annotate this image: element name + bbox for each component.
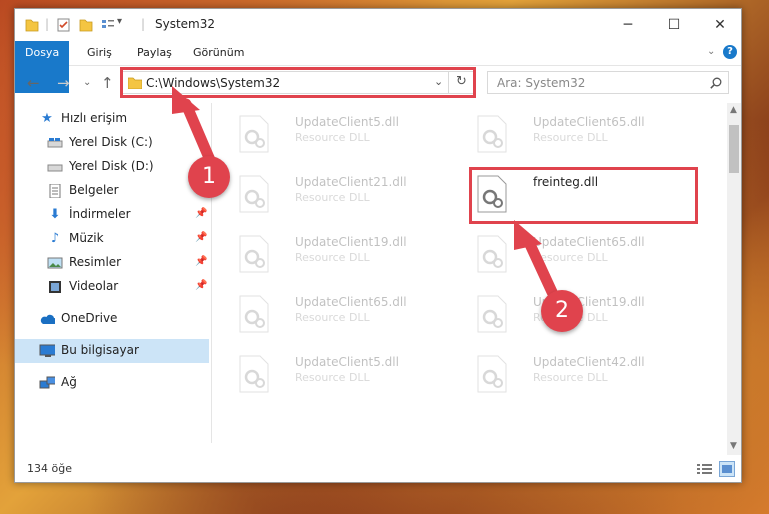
arrow-1-shaft — [180, 98, 216, 166]
step-badge-1: 1 — [188, 156, 230, 198]
annotation-arrows — [172, 86, 558, 298]
step-badge-2: 2 — [541, 290, 583, 332]
arrow-1-head — [172, 86, 200, 114]
arrow-2-head — [514, 220, 542, 250]
arrow-2-shaft — [522, 234, 558, 298]
